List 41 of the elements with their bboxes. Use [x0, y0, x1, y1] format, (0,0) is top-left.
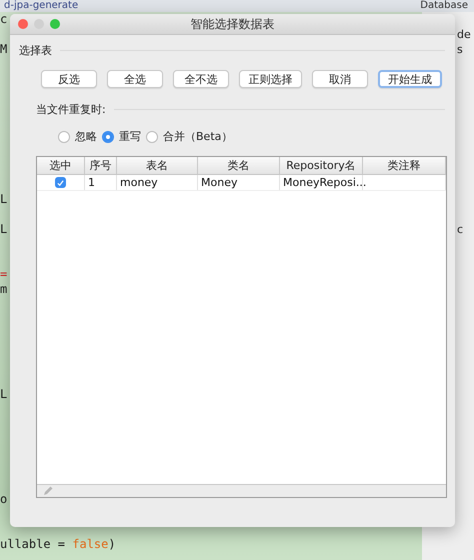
code-line: =	[0, 267, 8, 282]
editor-tab[interactable]: d-jpa-generate	[0, 0, 82, 12]
radio-button[interactable]	[102, 130, 114, 142]
code-line: o	[0, 492, 8, 507]
minimize-icon[interactable]	[34, 19, 44, 29]
window-title: 智能选择数据表	[190, 16, 276, 32]
code-line: c	[0, 12, 8, 27]
code-line: ullable = false)	[0, 537, 116, 552]
code-line: M	[0, 42, 8, 57]
section-label: 当文件重复时:	[36, 102, 106, 117]
action-button[interactable]: 反选	[41, 70, 97, 88]
column-header[interactable]: 选中	[37, 157, 85, 174]
code-line: L	[0, 192, 8, 207]
radio-label: 忽略	[75, 129, 97, 144]
zoom-icon[interactable]	[50, 19, 60, 29]
code-line: L	[0, 387, 8, 402]
table-cell: 1	[88, 176, 95, 189]
pencil-icon[interactable]	[42, 485, 54, 497]
table-cell: MoneyReposi...	[283, 176, 366, 189]
action-button[interactable]: 取消	[312, 70, 368, 88]
column-header[interactable]: 序号	[85, 157, 117, 174]
column-header[interactable]: 类注释	[363, 157, 446, 174]
action-button[interactable]: 开始生成	[378, 70, 442, 88]
column-header[interactable]: 类名	[198, 157, 280, 174]
code-line: L	[0, 222, 8, 237]
panel-title: Database	[420, 0, 469, 12]
action-button[interactable]: 正则选择	[239, 70, 302, 88]
table-cell: Money	[201, 176, 238, 189]
radio-button[interactable]	[58, 130, 70, 142]
column-header[interactable]: Repository名	[280, 157, 363, 174]
radio-button[interactable]	[146, 130, 158, 142]
checkbox[interactable]	[55, 177, 66, 188]
radio-label: 合并（Beta）	[163, 129, 232, 144]
section-label: 选择表	[19, 43, 52, 58]
code-line: m	[0, 282, 8, 297]
column-header[interactable]: 表名	[117, 157, 198, 174]
radio-label: 重写	[119, 129, 141, 144]
close-icon[interactable]	[18, 19, 28, 29]
table-cell: money	[120, 176, 158, 189]
action-button[interactable]: 全不选	[173, 70, 229, 88]
action-button[interactable]: 全选	[107, 70, 163, 88]
